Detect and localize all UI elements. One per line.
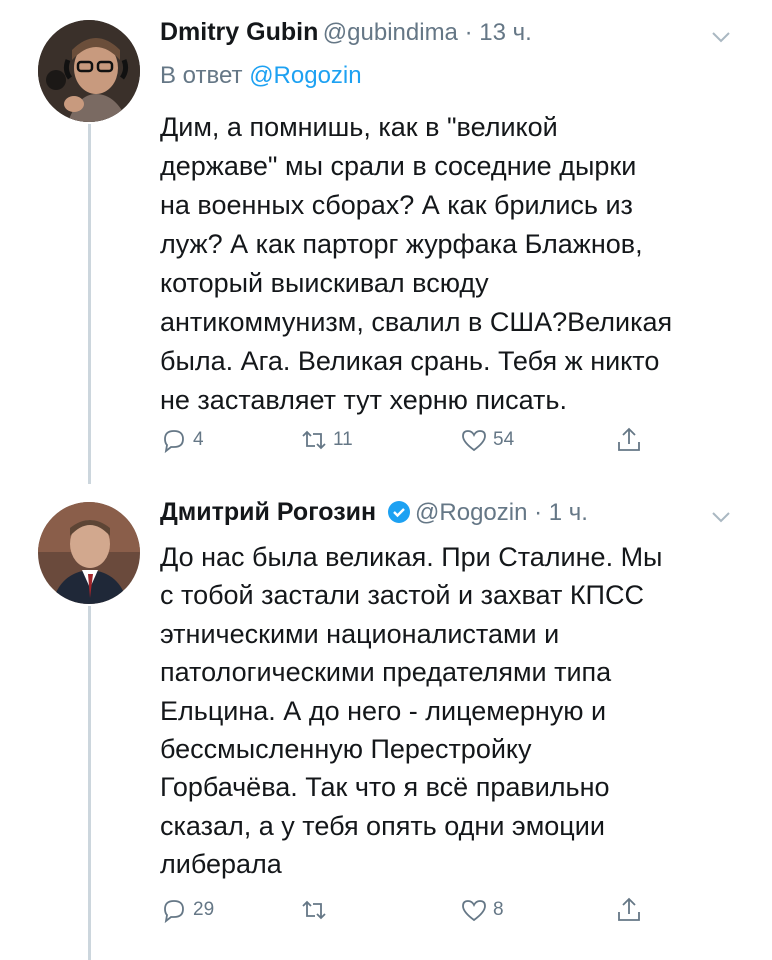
reply-count: 29	[193, 899, 215, 920]
avatar-photo	[38, 20, 140, 122]
reply-to: В ответ @Rogozin	[160, 62, 362, 90]
reply-count: 4	[193, 429, 204, 450]
author-handle-time[interactable]: @gubindima · 13 ч.	[323, 19, 532, 46]
reply-icon	[164, 430, 184, 454]
tweet-1[interactable]: Dmitry Gubin @gubindima · 13 ч. В ответ …	[0, 0, 772, 490]
avatar[interactable]	[38, 20, 140, 122]
retweet-icon	[302, 900, 326, 920]
like-button[interactable]: 54	[460, 426, 514, 454]
retweet-count: 11	[333, 429, 353, 450]
reply-prefix: В ответ	[160, 62, 243, 89]
tweet-actions: 29 8	[160, 896, 680, 930]
like-icon	[462, 430, 486, 452]
reply-to-link[interactable]: @Rogozin	[249, 62, 361, 89]
tweet-actions: 4 11 54	[160, 426, 680, 460]
retweet-button[interactable]	[300, 896, 333, 924]
tweet-2[interactable]: Дмитрий Рогозин @Rogozin · 1 ч. До нас б…	[0, 490, 772, 960]
share-button[interactable]	[615, 426, 648, 454]
retweet-button[interactable]: 11	[300, 426, 353, 454]
avatar[interactable]	[38, 502, 140, 604]
author-name[interactable]: Dmitry Gubin	[160, 18, 318, 46]
avatar-photo	[38, 502, 140, 604]
tweet-header: Dmitry Gubin @gubindima · 13 ч.	[160, 18, 532, 47]
share-icon	[618, 897, 640, 921]
verified-badge-icon	[387, 501, 410, 523]
retweet-icon	[302, 430, 326, 450]
tweet-header: Дмитрий Рогозин @Rogozin · 1 ч.	[160, 498, 588, 527]
like-count: 8	[493, 899, 504, 920]
tweet-text: Дим, а помнишь, как в "великой державе" …	[160, 112, 673, 415]
author-name[interactable]: Дмитрий Рогозин	[160, 498, 376, 526]
like-count: 54	[493, 429, 515, 450]
share-icon	[618, 427, 640, 451]
share-button[interactable]	[615, 896, 648, 924]
author-handle-time[interactable]: @Rogozin · 1 ч.	[415, 499, 588, 526]
chevron-down-icon[interactable]	[710, 26, 732, 48]
like-icon	[462, 900, 486, 922]
chevron-down-icon[interactable]	[710, 506, 732, 528]
like-button[interactable]: 8	[460, 896, 504, 924]
reply-icon	[164, 900, 184, 924]
tweet-text: До нас была великая. При Сталине. Мы с т…	[160, 542, 663, 880]
reply-button[interactable]: 4	[160, 426, 204, 454]
reply-button[interactable]: 29	[160, 896, 214, 924]
